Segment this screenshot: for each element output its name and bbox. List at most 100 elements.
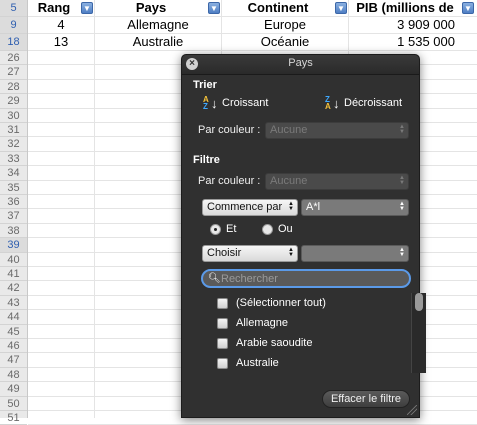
row-number[interactable]: 48 [0, 368, 27, 383]
sort-color-select[interactable]: Aucune ▲ ▼ [265, 122, 409, 139]
cell-rang[interactable]: 4 [28, 17, 94, 33]
sort-a-z-icon: A Z ↓ [203, 95, 218, 111]
filter-dropdown-icon[interactable]: ▼ [335, 2, 347, 14]
sort-descending-label: Décroissant [344, 97, 403, 109]
radio-selected-icon [210, 223, 221, 235]
row-number[interactable]: 39 [0, 238, 27, 253]
cell-continent[interactable]: Europe [222, 17, 348, 33]
search-box[interactable]: 🔍︎ [201, 269, 411, 288]
list-item-label: Australie [236, 357, 279, 369]
row-number[interactable]: 32 [0, 137, 27, 152]
checkbox[interactable] [217, 357, 228, 369]
list-item[interactable]: Arabie saoudite [217, 335, 312, 351]
row-number[interactable]: 9 [0, 17, 27, 34]
filter-section-label: Filtre [193, 154, 220, 166]
filter-color-label: Par couleur : [198, 175, 261, 187]
radio-unselected-icon [262, 223, 273, 235]
row-number[interactable]: 47 [0, 353, 27, 368]
cell-pib[interactable]: 3 909 000 [349, 17, 475, 33]
row-number[interactable]: 40 [0, 253, 27, 267]
row-number[interactable]: 41 [0, 267, 27, 282]
search-icon: 🔍︎ [208, 273, 221, 284]
column-header-rang[interactable]: Rang ▼ [28, 0, 94, 16]
condition1-value-combo[interactable]: A*l ▲ ▼ [301, 199, 409, 216]
list-item[interactable]: Allemagne [217, 315, 288, 331]
row-number[interactable]: 51 [0, 411, 27, 425]
sort-ascending-label: Croissant [222, 97, 269, 109]
sort-section-label: Trier [193, 79, 217, 91]
cell-rang[interactable]: 13 [28, 34, 94, 50]
logic-and-radio[interactable]: Et [210, 223, 236, 235]
row-number[interactable]: 36 [0, 195, 27, 210]
row-header-column: 5 9 18 26 27 28 29 30 31 32 33 34 35 36 37 38 39 40 41 42 43… [0, 0, 28, 425]
row-number[interactable]: 45 [0, 325, 27, 339]
condition2-value-combo[interactable]: ▲ ▼ [301, 245, 409, 262]
sort-ascending-button[interactable]: A Z ↓ Croissant [203, 95, 268, 111]
row-number[interactable]: 44 [0, 310, 27, 325]
column-header-pib[interactable]: PIB (millions de ▼ [349, 0, 475, 16]
row-number[interactable]: 46 [0, 339, 27, 354]
sort-z-a-icon: Z A ↓ [325, 95, 340, 111]
row-number[interactable]: 50 [0, 397, 27, 411]
chevron-updown-icon: ▲ ▼ [288, 247, 294, 258]
header-label: Continent [247, 0, 309, 15]
row-number[interactable]: 33 [0, 152, 27, 167]
row-number[interactable]: 34 [0, 166, 27, 181]
filter-dropdown-icon[interactable]: ▼ [81, 2, 93, 14]
header-label: PIB (millions de [356, 0, 454, 15]
row-number[interactable]: 35 [0, 181, 27, 195]
popup-titlebar: × Pays [182, 55, 419, 75]
row-number[interactable]: 30 [0, 109, 27, 123]
autofilter-popup: × Pays Trier A Z ↓ Croissant Z A ↓ Décroissa… [181, 54, 426, 418]
row-number[interactable]: 31 [0, 123, 27, 138]
row-number[interactable]: 49 [0, 382, 27, 397]
list-item[interactable]: Australie [217, 355, 279, 371]
sort-color-label: Par couleur : [198, 124, 261, 136]
resize-grip-icon[interactable] [407, 405, 417, 415]
list-scrollbar[interactable] [411, 293, 426, 373]
column-gridline [94, 0, 95, 418]
checkbox[interactable] [217, 297, 228, 309]
filter-color-select[interactable]: Aucune ▲ ▼ [265, 173, 409, 190]
row-number[interactable]: 26 [0, 51, 27, 66]
logic-or-label: Ou [278, 223, 293, 235]
row-number[interactable]: 29 [0, 94, 27, 109]
checkbox[interactable] [217, 337, 228, 349]
row-number[interactable]: 5 [0, 0, 27, 17]
condition2-operator-select[interactable]: Choisir ▲ ▼ [202, 245, 298, 262]
header-label: Pays [135, 0, 167, 15]
column-header-pays[interactable]: Pays ▼ [95, 0, 221, 16]
cell-pib[interactable]: 1 535 000 [349, 34, 475, 50]
list-item-select-all[interactable]: (Sélectionner tout) [217, 295, 326, 311]
row-number[interactable]: 37 [0, 209, 27, 224]
cell-continent[interactable]: Océanie [222, 34, 348, 50]
condition2-operator-value: Choisir [207, 247, 242, 259]
row-number[interactable]: 42 [0, 281, 27, 296]
chevron-updown-icon: ▲ ▼ [399, 247, 405, 258]
scrollbar-thumb[interactable] [415, 293, 423, 311]
row-number[interactable]: 27 [0, 65, 27, 80]
sort-descending-button[interactable]: Z A ↓ Décroissant [325, 95, 402, 111]
chevron-updown-icon: ▲ ▼ [399, 175, 405, 186]
row-number[interactable]: 28 [0, 80, 27, 95]
filter-active-funnel-icon[interactable]: ▼ [208, 2, 220, 14]
header-label: Rang [37, 0, 71, 15]
condition1-operator-value: Commence par [207, 201, 283, 213]
condition1-operator-select[interactable]: Commence par ▲ ▼ [202, 199, 298, 216]
list-item-label: Arabie saoudite [236, 337, 313, 349]
row-number[interactable]: 18 [0, 34, 27, 51]
sort-color-value: Aucune [270, 124, 308, 136]
logic-and-label: Et [226, 223, 237, 235]
cell-pays[interactable]: Allemagne [95, 17, 221, 33]
clear-filter-button[interactable]: Effacer le filtre [322, 390, 410, 408]
row-number[interactable]: 43 [0, 296, 27, 311]
chevron-updown-icon: ▲ ▼ [399, 201, 405, 212]
checkbox[interactable] [217, 317, 228, 329]
column-header-continent[interactable]: Continent ▼ [222, 0, 348, 16]
filter-dropdown-icon[interactable]: ▼ [462, 2, 474, 14]
row-number[interactable]: 38 [0, 224, 27, 239]
cell-pays[interactable]: Australie [95, 34, 221, 50]
list-item-label: (Sélectionner tout) [236, 297, 326, 309]
logic-or-radio[interactable]: Ou [262, 223, 293, 235]
search-input[interactable] [221, 272, 401, 286]
